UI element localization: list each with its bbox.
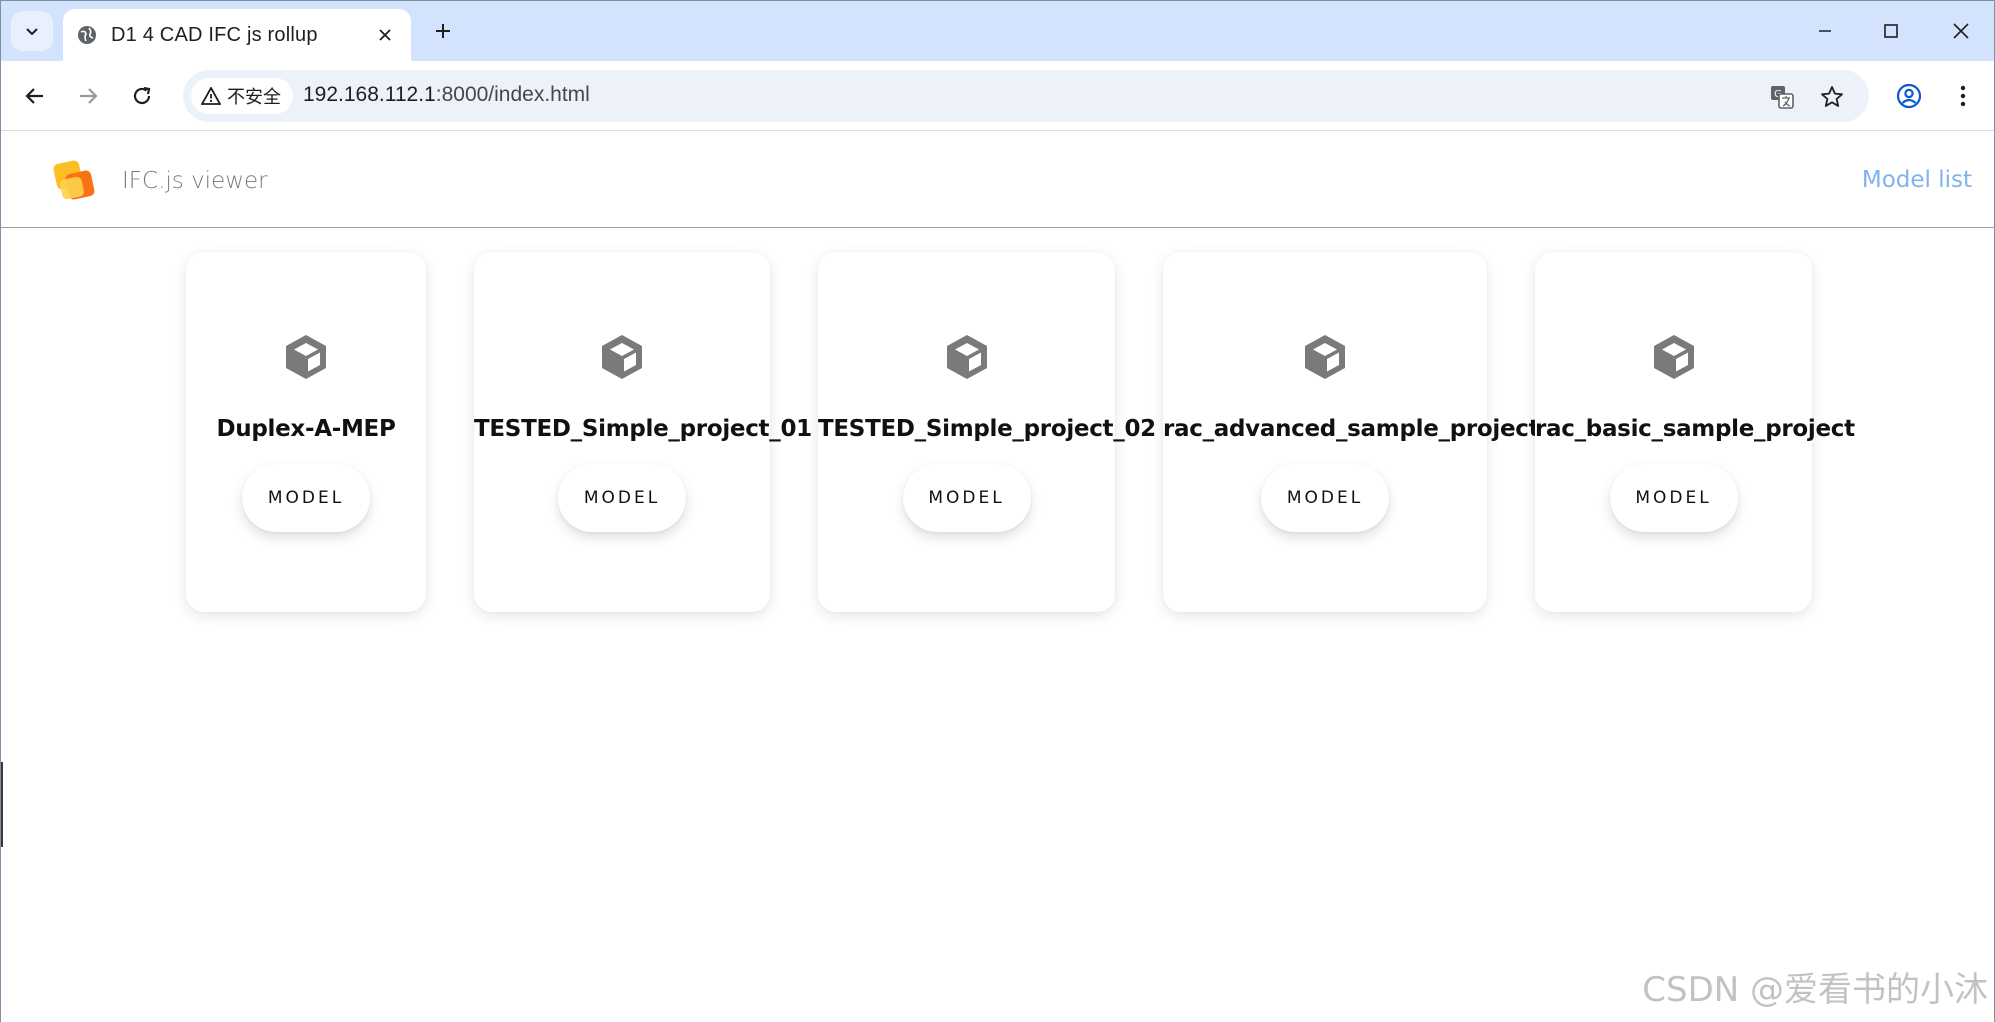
browser-menu-button[interactable]	[1944, 77, 1982, 115]
model-card: rac_advanced_sample_project MODEL	[1163, 252, 1540, 612]
maximize-icon	[1884, 24, 1898, 38]
chevron-down-icon	[26, 28, 38, 36]
new-tab-button[interactable]	[425, 13, 461, 49]
tab-close-button[interactable]	[373, 23, 397, 47]
open-model-button[interactable]: MODEL	[1261, 464, 1389, 532]
kebab-menu-icon	[1960, 85, 1966, 107]
url-path: :8000/index.html	[435, 83, 590, 106]
model-name: rac_basic_sample_project	[1535, 416, 1855, 442]
tab-title: D1 4 CAD IFC js rollup	[111, 23, 318, 46]
model-name: rac_advanced_sample_project	[1163, 416, 1540, 442]
model-name: TESTED_Simple_project_02	[818, 416, 1156, 442]
reload-icon	[133, 86, 151, 105]
model-name: Duplex-A-MEP	[216, 416, 396, 442]
model-card: TESTED_Simple_project_02 MODEL	[818, 252, 1156, 612]
open-model-button[interactable]: MODEL	[1609, 464, 1738, 532]
model-card: TESTED_Simple_project_01 MODEL	[474, 252, 812, 612]
security-label: 不安全	[227, 87, 281, 108]
url-host: 192.168.112.1	[303, 83, 436, 106]
close-icon	[379, 29, 391, 41]
security-chip[interactable]: 不安全	[191, 78, 293, 114]
account-circle-icon	[1896, 83, 1922, 109]
plus-icon	[436, 24, 450, 38]
model-name: TESTED_Simple_project_01	[474, 416, 812, 442]
cube-icon	[286, 335, 326, 379]
minimize-button[interactable]	[1797, 9, 1853, 53]
cube-icon	[602, 335, 642, 379]
ifcjs-logo-icon	[53, 160, 95, 200]
browser-toolbar: 不安全 192.168.112.1:8000/index.html G	[1, 61, 1994, 131]
window-close-button[interactable]	[1933, 9, 1989, 53]
profile-button[interactable]	[1890, 77, 1928, 115]
maximize-button[interactable]	[1863, 9, 1919, 53]
app-title: IFC.js viewer	[122, 168, 268, 194]
close-icon	[1953, 23, 1969, 39]
address-bar[interactable]: 不安全 192.168.112.1:8000/index.html G	[183, 70, 1869, 122]
minimize-icon	[1819, 30, 1831, 32]
cube-icon	[1305, 335, 1345, 379]
model-card: rac_basic_sample_project MODEL	[1535, 252, 1855, 612]
arrow-right-icon	[80, 88, 98, 104]
model-card: Duplex-A-MEP MODEL	[186, 252, 426, 612]
browser-tab-bar: D1 4 CAD IFC js rollup	[1, 1, 1994, 61]
watermark: CSDN @爱看书的小沐	[1642, 970, 1988, 1010]
app-header: IFC.js viewer Model list	[1, 132, 1994, 228]
forward-button[interactable]	[69, 77, 107, 115]
arrow-left-icon	[25, 88, 43, 104]
open-model-button[interactable]: MODEL	[558, 464, 686, 532]
star-icon	[1821, 86, 1843, 107]
globe-icon	[78, 26, 96, 44]
window-edge-divider	[1, 762, 3, 847]
cube-icon	[946, 335, 987, 379]
browser-tab-active[interactable]: D1 4 CAD IFC js rollup	[63, 9, 411, 61]
translate-icon: G	[1771, 86, 1794, 109]
reload-button[interactable]	[123, 77, 161, 115]
model-list-link[interactable]: Model list	[1862, 167, 1972, 193]
url-text[interactable]: 192.168.112.1:8000/index.html	[303, 83, 590, 107]
cube-icon	[1653, 335, 1694, 379]
tab-search-button[interactable]	[11, 11, 53, 51]
translate-button[interactable]: G	[1767, 82, 1797, 112]
bookmark-button[interactable]	[1817, 82, 1847, 112]
warning-icon	[201, 87, 221, 105]
open-model-button[interactable]: MODEL	[902, 464, 1031, 532]
back-button[interactable]	[16, 77, 54, 115]
page-content: IFC.js viewer Model list Duplex-A-MEP MO…	[1, 132, 1994, 1022]
open-model-button[interactable]: MODEL	[242, 464, 370, 532]
